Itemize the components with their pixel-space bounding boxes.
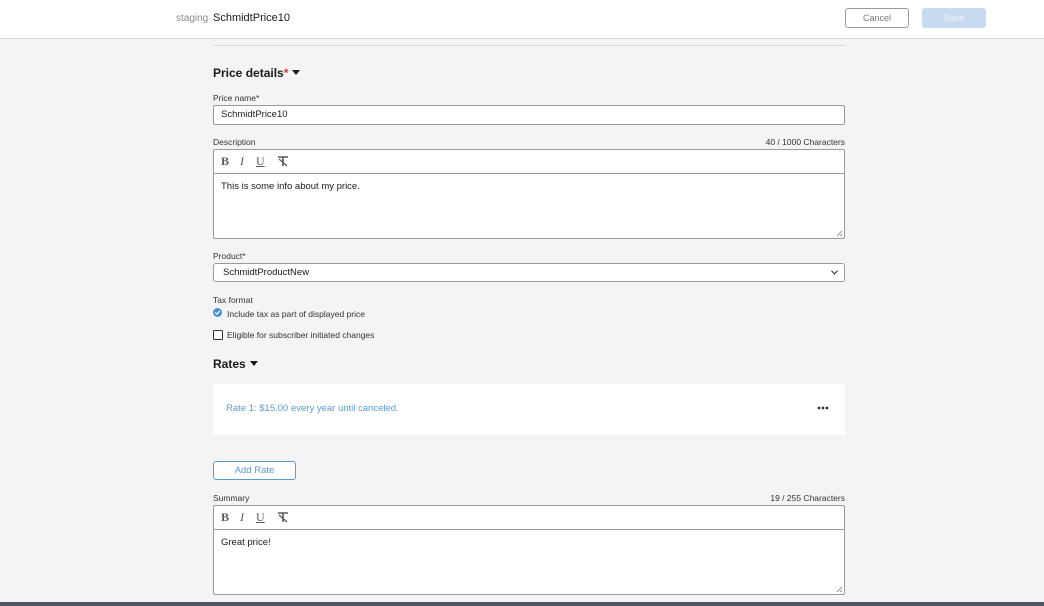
caret-down-icon xyxy=(249,361,258,366)
section-divider xyxy=(213,45,845,46)
summary-editor[interactable]: B I U Great price! xyxy=(213,505,845,595)
bold-button[interactable]: B xyxy=(221,510,229,525)
summary-toolbar: B I U xyxy=(214,506,844,530)
clear-format-icon[interactable] xyxy=(276,511,290,523)
save-button[interactable]: Save xyxy=(922,8,986,28)
clear-format-icon[interactable] xyxy=(276,155,290,167)
price-name-label: Price name* xyxy=(213,93,260,103)
product-selected-value: SchmidtProductNew xyxy=(223,267,310,278)
more-options-icon[interactable] xyxy=(817,406,829,410)
product-select[interactable]: SchmidtProductNew xyxy=(213,263,845,282)
description-label: Description xyxy=(213,137,256,147)
checkmark-icon xyxy=(214,310,221,316)
price-details-title: Price details xyxy=(213,66,284,80)
italic-button[interactable]: I xyxy=(240,154,244,169)
cancel-button[interactable]: Cancel xyxy=(845,8,909,28)
summary-label: Summary xyxy=(213,493,250,503)
rates-heading[interactable]: Rates xyxy=(213,357,258,371)
rate-description[interactable]: Rate 1: $15.00 every year until canceled… xyxy=(226,403,399,414)
italic-button[interactable]: I xyxy=(240,510,244,525)
summary-text[interactable]: Great price! xyxy=(214,530,844,555)
description-toolbar: B I U xyxy=(214,150,844,174)
price-details-heading[interactable]: Price details* xyxy=(213,66,301,80)
resize-grip-icon[interactable] xyxy=(836,230,843,237)
tax-include-checkbox[interactable] xyxy=(213,308,222,317)
bold-button[interactable]: B xyxy=(221,154,229,169)
rate-card[interactable]: Rate 1: $15.00 every year until canceled… xyxy=(213,384,845,435)
description-counter: 40 / 1000 Characters xyxy=(765,137,845,147)
tax-format-label: Tax format xyxy=(213,295,253,305)
underline-button[interactable]: U xyxy=(256,510,265,525)
chevron-down-icon xyxy=(831,270,838,275)
product-label: Product* xyxy=(213,251,246,261)
top-bar: staging SchmidtPrice10 Cancel Save xyxy=(0,0,1044,39)
bottom-bar xyxy=(0,602,1044,606)
price-name-input[interactable]: SchmidtPrice10 xyxy=(213,105,845,125)
subscriber-changes-label[interactable]: Eligible for subscriber initiated change… xyxy=(227,330,374,340)
environment-label: staging xyxy=(176,13,209,24)
resize-grip-icon[interactable] xyxy=(836,586,843,593)
required-mark: * xyxy=(283,66,289,80)
description-text[interactable]: This is some info about my price. xyxy=(214,174,844,199)
summary-counter: 19 / 255 Characters xyxy=(770,493,845,503)
underline-button[interactable]: U xyxy=(256,154,265,169)
subscriber-changes-checkbox[interactable] xyxy=(213,330,223,340)
tax-include-label[interactable]: Include tax as part of displayed price xyxy=(227,309,365,319)
page-title: SchmidtPrice10 xyxy=(213,12,291,24)
description-editor[interactable]: B I U This is some info about my price. xyxy=(213,149,845,239)
caret-down-icon xyxy=(292,70,301,75)
rates-title: Rates xyxy=(213,357,246,371)
add-rate-button[interactable]: Add Rate xyxy=(213,461,296,480)
